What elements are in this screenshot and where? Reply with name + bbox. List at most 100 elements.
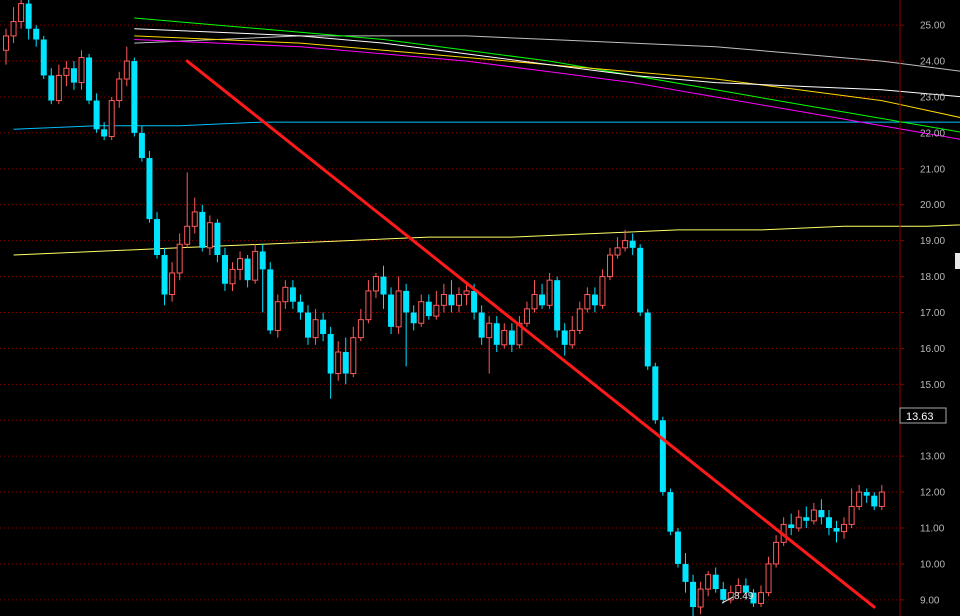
candle-body — [252, 250, 259, 281]
candle-body — [365, 290, 372, 321]
y-tick-label: 15.00 — [920, 380, 945, 391]
y-tick-label: 22.00 — [920, 128, 945, 139]
candle-body — [116, 78, 123, 102]
candle-body — [425, 301, 432, 317]
y-tick-label: 25.00 — [920, 21, 945, 32]
candle-body — [40, 39, 47, 76]
candle-body — [146, 158, 153, 220]
candle-body — [463, 290, 470, 296]
candle-body — [493, 323, 500, 345]
candle-body — [380, 276, 387, 295]
candle-body — [682, 563, 689, 582]
candle — [146, 150, 153, 223]
candle-body — [63, 67, 70, 76]
candle-body — [10, 21, 17, 37]
stock-chart: 25.00 24.00 23.00 22.00 21.00 20.00 19.00 18.00… — [0, 0, 960, 616]
y-tick-label: 24.00 — [920, 57, 945, 68]
candle-body — [433, 304, 440, 317]
candle — [267, 262, 274, 335]
candle-body — [403, 290, 410, 313]
candle-body — [652, 366, 659, 421]
candle-body — [456, 294, 462, 306]
candle-body — [478, 312, 485, 338]
candle — [40, 35, 47, 80]
candle-body — [810, 509, 817, 522]
y-tick-label: 18.00 — [920, 272, 945, 283]
candle-body — [25, 3, 32, 29]
candle-body — [765, 563, 772, 594]
candle-body — [154, 219, 160, 256]
candle-body — [546, 279, 553, 306]
candle-body — [508, 330, 515, 345]
candle-body — [108, 100, 115, 137]
candle-body — [388, 294, 395, 327]
candle-body — [55, 74, 62, 102]
candle-body — [33, 28, 40, 40]
candle-body — [471, 290, 478, 313]
y-tick-label: 20.00 — [920, 200, 945, 211]
candle-body — [599, 276, 606, 306]
candle-body — [410, 312, 417, 324]
candle-body — [667, 492, 674, 532]
y-tick-label: 23.00 — [920, 92, 945, 103]
candle-body — [825, 517, 832, 528]
candle-body — [788, 524, 795, 528]
candle-body — [237, 258, 244, 270]
candle-body — [644, 312, 651, 367]
candle-body — [523, 308, 530, 324]
candle-body — [818, 510, 825, 518]
candle-body — [576, 308, 583, 331]
candle-body — [803, 517, 810, 521]
candle-body — [607, 254, 613, 278]
candle — [667, 488, 674, 536]
candle-body — [705, 574, 712, 590]
candle-body — [327, 334, 334, 374]
candle-body — [591, 294, 598, 306]
candle-body — [357, 319, 364, 339]
candle-body — [244, 258, 251, 281]
candle-body — [86, 57, 93, 101]
candle-body — [712, 574, 719, 590]
y-tick-label: 9.00 — [920, 595, 940, 606]
candle-body — [795, 516, 802, 529]
candle-body — [561, 330, 568, 345]
candle-body — [93, 100, 100, 130]
candle-body — [440, 294, 447, 306]
candle-body — [584, 294, 591, 310]
candle-body — [274, 301, 281, 331]
candle-body — [191, 211, 198, 227]
candle-body — [70, 68, 77, 83]
candle-body — [169, 272, 176, 296]
candle-body — [282, 286, 289, 303]
candle — [86, 53, 93, 105]
candle-body — [674, 531, 681, 564]
candle-body — [395, 290, 402, 328]
candle-body — [659, 420, 666, 493]
candle-body — [184, 225, 191, 245]
candle-body — [48, 75, 55, 101]
y-tick-label: 13.00 — [920, 452, 945, 463]
candle — [108, 96, 115, 141]
candle-body — [342, 352, 349, 374]
low-annotation-label: 8.49 — [734, 591, 754, 602]
y-tick-label: 16.00 — [920, 344, 945, 355]
right-edge-marker — [955, 253, 960, 269]
candle-body — [297, 301, 304, 313]
current-price-tag: 13.63 — [899, 407, 947, 424]
candle-body — [833, 528, 840, 532]
candle-body — [161, 255, 168, 295]
candle-body — [350, 337, 357, 375]
y-tick-label: 10.00 — [920, 559, 945, 570]
candle-body — [569, 329, 576, 346]
y-tick-label: 21.00 — [920, 164, 945, 175]
candle-body — [554, 280, 561, 331]
y-tick-label: 11.00 — [920, 524, 945, 535]
candle-body — [229, 268, 236, 285]
candle-body — [214, 222, 221, 256]
candle-body — [856, 491, 863, 507]
candle-body — [138, 132, 145, 159]
candle-body — [697, 588, 704, 608]
candle-body — [289, 287, 296, 302]
candle-body — [863, 492, 870, 496]
y-tick-label: 17.00 — [920, 308, 945, 319]
